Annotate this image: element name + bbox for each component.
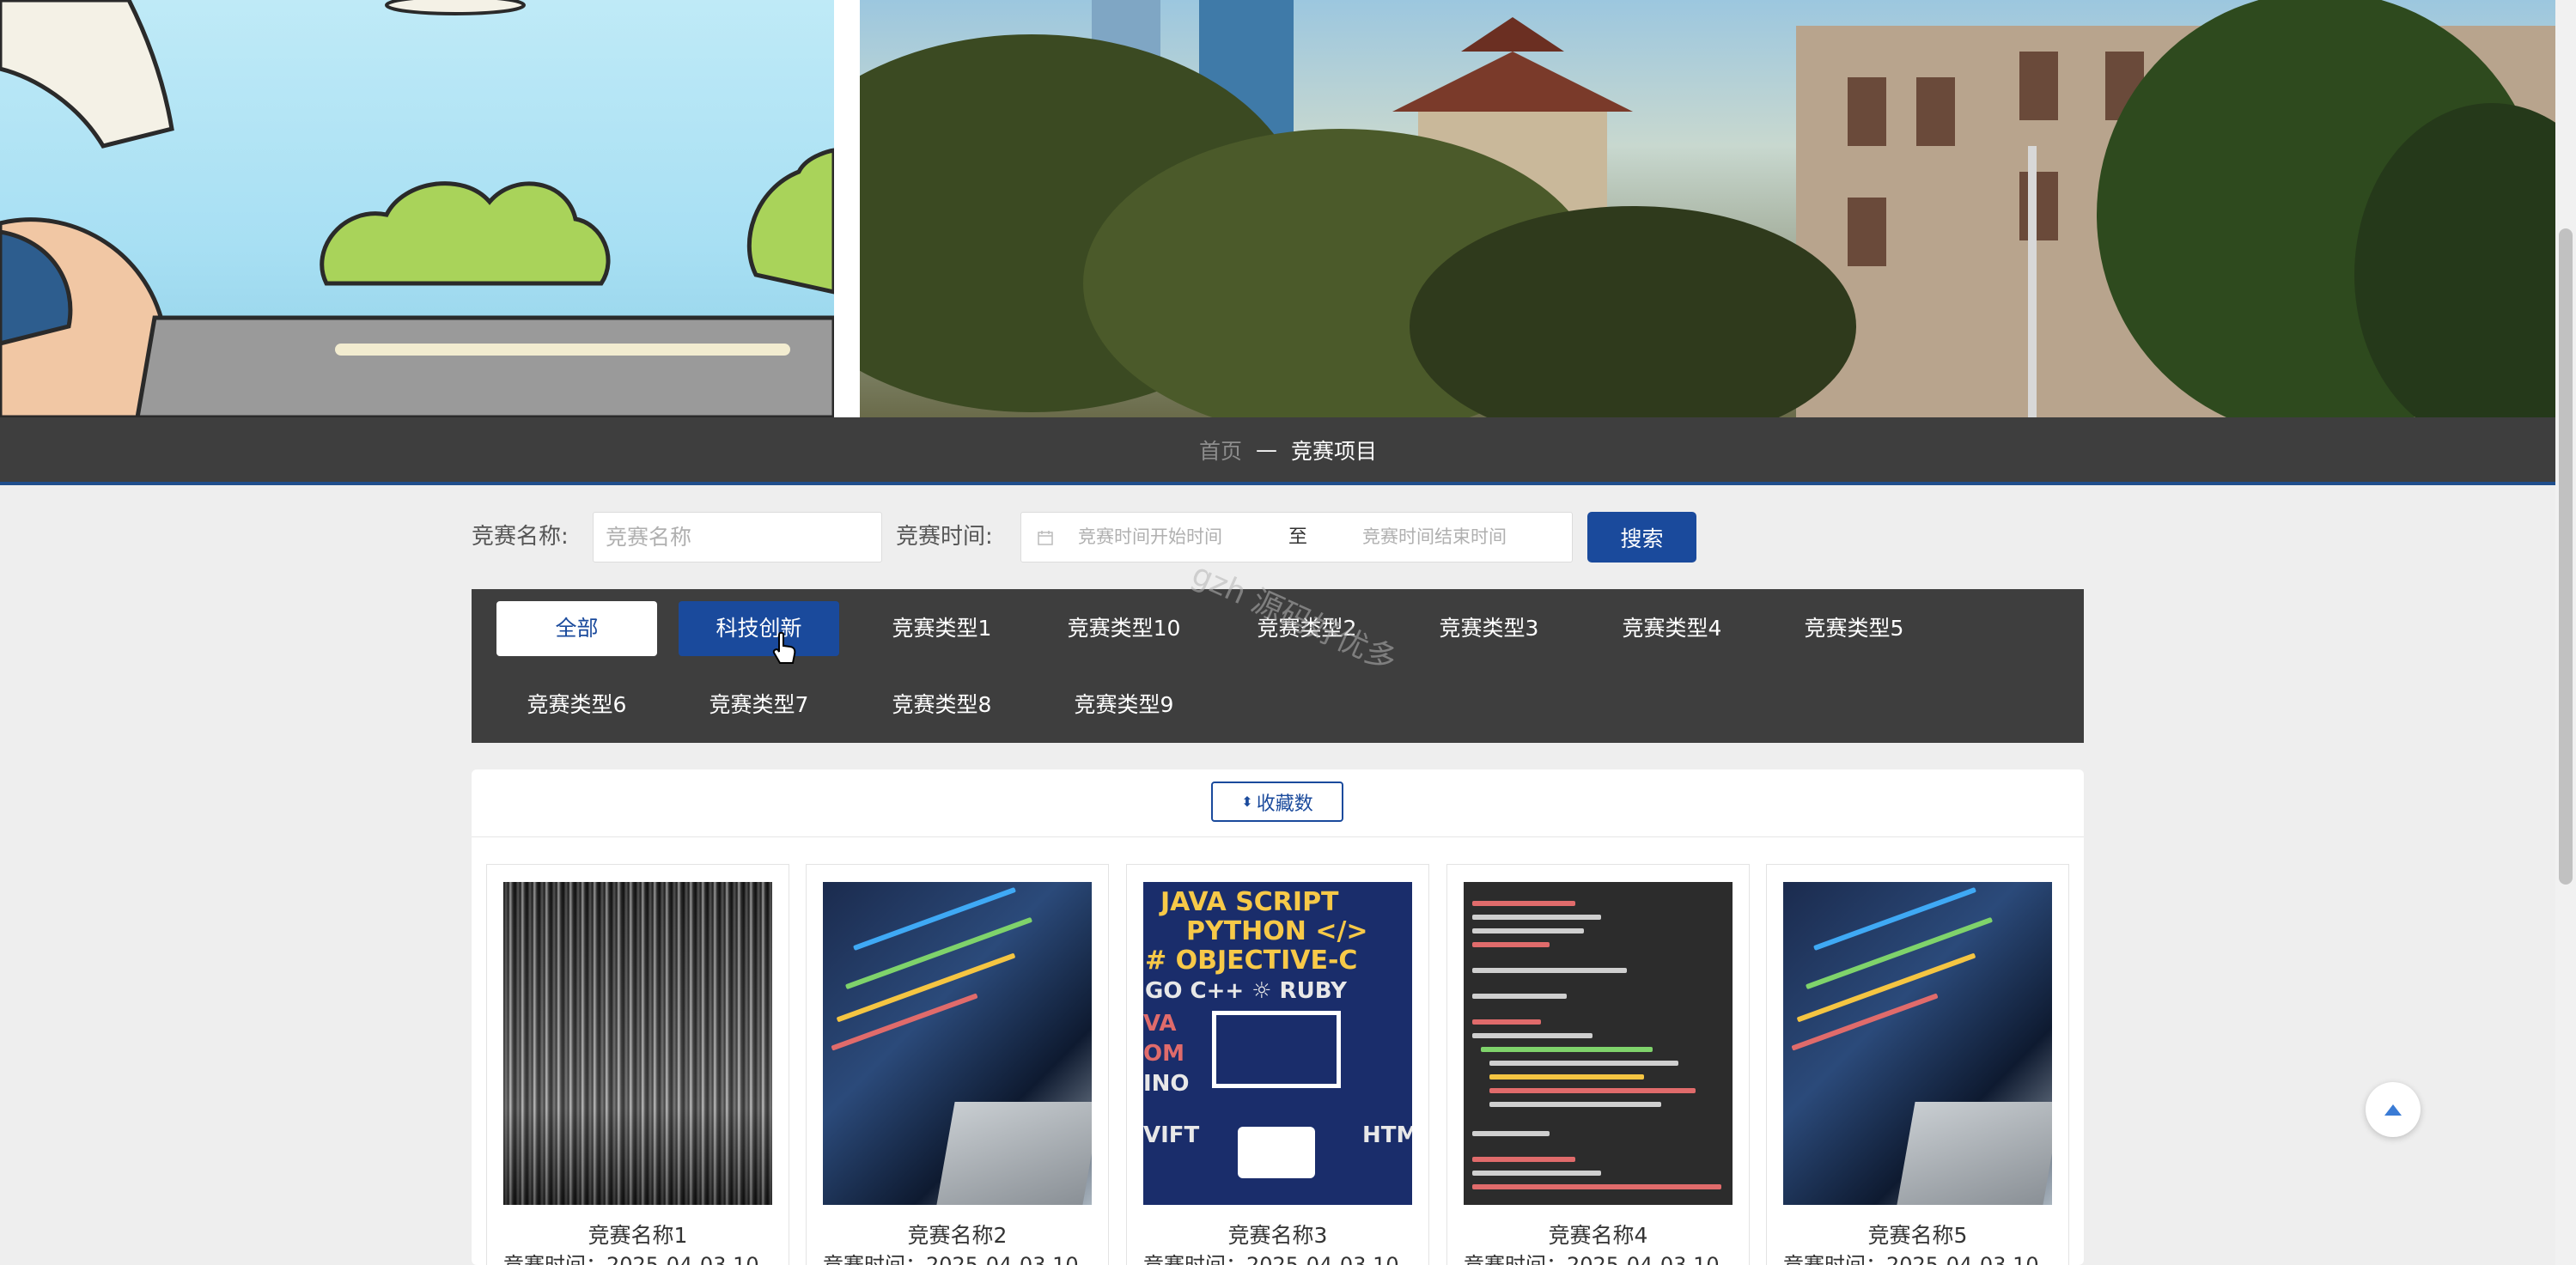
card-time: 竞赛时间：2025-04-03 10	[1464, 1253, 1720, 1265]
card-title: 竞赛名称1	[588, 1223, 688, 1248]
category-type-8[interactable]: 竞赛类型8	[862, 678, 1022, 733]
card-thumbnail	[1464, 882, 1733, 1205]
breadcrumb: 首页 — 竞赛项目	[0, 417, 2576, 485]
competition-card[interactable]: 竞赛名称5 竞赛时间：2025-04-03 10	[1766, 864, 2069, 1265]
card-thumbnail: JAVA SCRIPT PYTHON </> # OBJECTIVE-C GO …	[1143, 882, 1412, 1205]
banner-image-cartoon	[0, 0, 834, 417]
sort-icon: ⬍	[1241, 794, 1253, 810]
card-thumbnail	[823, 882, 1092, 1205]
category-type-10[interactable]: 竞赛类型10	[1044, 601, 1204, 656]
competition-list: ⬍ 收藏数 竞赛名称1 竞赛时间：2025-04-03 10 竞赛名称2 竞赛时…	[472, 769, 2084, 1265]
competition-time-label: 竞赛时间:	[896, 524, 993, 550]
search-button[interactable]: 搜索	[1587, 512, 1696, 563]
card-thumbnail	[503, 882, 772, 1205]
competition-card[interactable]: JAVA SCRIPT PYTHON </> # OBJECTIVE-C GO …	[1126, 864, 1429, 1265]
competition-card[interactable]: 竞赛名称1 竞赛时间：2025-04-03 10	[486, 864, 789, 1265]
end-date-input[interactable]: 竞赛时间结束时间	[1362, 513, 1507, 562]
breadcrumb-current: 竞赛项目	[1291, 438, 1378, 464]
category-type-9[interactable]: 竞赛类型9	[1044, 678, 1204, 733]
competition-name-input[interactable]	[593, 512, 882, 563]
date-range-picker[interactable]: 竞赛时间开始时间 至 竞赛时间结束时间	[1020, 512, 1573, 563]
calendar-icon	[1038, 531, 1053, 545]
category-type-6[interactable]: 竞赛类型6	[496, 678, 657, 733]
sort-by-favorites-button[interactable]: ⬍ 收藏数	[1211, 782, 1343, 822]
banner-carousel	[0, 0, 2576, 417]
breadcrumb-separator: —	[1256, 437, 1277, 462]
competition-card[interactable]: 竞赛名称4 竞赛时间：2025-04-03 10	[1446, 864, 1750, 1265]
card-time: 竞赛时间：2025-04-03 10	[1143, 1253, 1399, 1265]
date-range-separator: 至	[1288, 526, 1308, 548]
category-all[interactable]: 全部	[496, 601, 657, 656]
card-title: 竞赛名称3	[1227, 1223, 1328, 1248]
card-thumbnail	[1783, 882, 2052, 1205]
search-bar: 竞赛名称: 竞赛时间: 竞赛时间开始时间 至 竞赛时间结束时间 搜索	[472, 512, 1700, 563]
arrow-up-icon	[2384, 1104, 2402, 1116]
category-type-4[interactable]: 竞赛类型4	[1592, 601, 1752, 656]
banner-image-campus	[860, 0, 2576, 417]
competition-name-label: 竞赛名称:	[472, 524, 569, 550]
sort-label: 收藏数	[1256, 793, 1313, 815]
breadcrumb-home-link[interactable]: 首页	[1199, 435, 1242, 465]
card-time: 竞赛时间：2025-04-03 10	[503, 1253, 759, 1265]
card-title: 竞赛名称2	[907, 1223, 1008, 1248]
category-type-7[interactable]: 竞赛类型7	[679, 678, 839, 733]
scrollbar[interactable]	[2555, 0, 2576, 1265]
divider	[472, 836, 2084, 837]
hand-cursor-icon	[772, 632, 796, 664]
category-tech-innovation[interactable]: 科技创新	[679, 601, 839, 656]
category-type-3[interactable]: 竞赛类型3	[1409, 601, 1569, 656]
back-to-top-button[interactable]	[2366, 1082, 2421, 1137]
start-date-input[interactable]: 竞赛时间开始时间	[1078, 513, 1222, 562]
card-title: 竞赛名称5	[1867, 1223, 1968, 1248]
card-time: 竞赛时间：2025-04-03 10	[823, 1253, 1079, 1265]
card-time: 竞赛时间：2025-04-03 10	[1783, 1253, 2039, 1265]
category-type-1[interactable]: 竞赛类型1	[862, 601, 1022, 656]
competition-card[interactable]: 竞赛名称2 竞赛时间：2025-04-03 10	[806, 864, 1109, 1265]
card-title: 竞赛名称4	[1548, 1223, 1648, 1248]
scrollbar-thumb[interactable]	[2559, 228, 2573, 885]
category-type-5[interactable]: 竞赛类型5	[1774, 601, 1934, 656]
